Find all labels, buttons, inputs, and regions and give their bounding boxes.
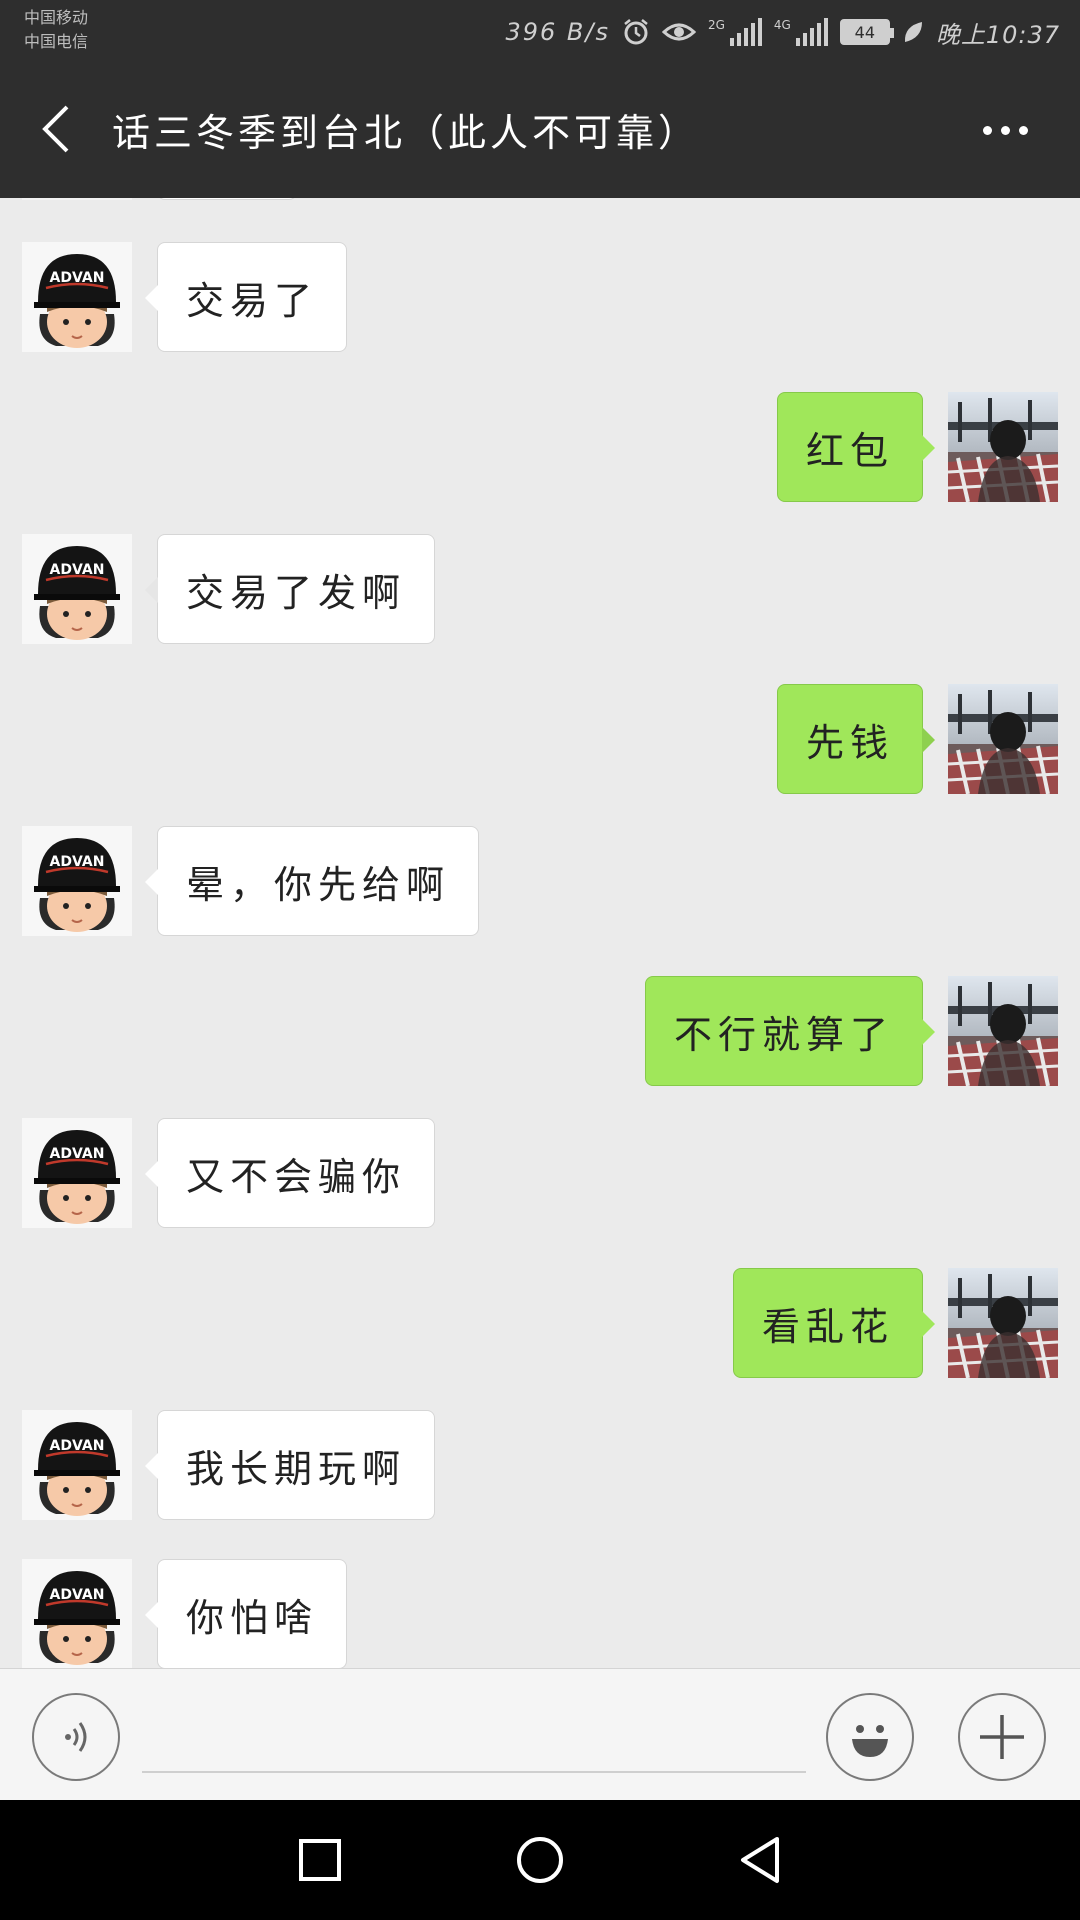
contact-avatar[interactable]: ADVAN: [22, 1559, 132, 1668]
message-bubble[interactable]: 先钱: [776, 684, 936, 794]
message-incoming: ADVAN 交易了: [0, 242, 1080, 352]
contact-avatar[interactable]: ADVAN: [22, 826, 132, 936]
message-bubble[interactable]: 你怕啥: [144, 1559, 348, 1668]
alarm-icon: [622, 18, 650, 46]
cartoon-face-icon: ADVAN: [22, 242, 132, 352]
emoji-icon: [852, 1725, 888, 1757]
my-avatar[interactable]: [948, 976, 1058, 1086]
status-bar: 中国移动 中国电信 396 B/s 2G 4G 44 晚上10:37: [0, 0, 1080, 64]
leaf-icon: [902, 20, 924, 44]
clock: 晚上10:37: [935, 20, 1060, 49]
message-incoming: ADVAN 晕，你先给啊: [0, 826, 1080, 936]
recent-apps-button[interactable]: [288, 1828, 352, 1892]
message-bubble[interactable]: 红包: [776, 392, 936, 502]
photo-avatar-icon: [948, 392, 1058, 502]
chat-title: 话三冬季到台北（此人不可靠）: [112, 111, 701, 155]
message-outgoing: 红包: [0, 392, 1080, 502]
photo-avatar-icon: [948, 1268, 1058, 1378]
plus-button[interactable]: [958, 1693, 1046, 1781]
voice-icon: [65, 1722, 87, 1752]
emoji-button[interactable]: [826, 1693, 914, 1781]
more-dots-icon[interactable]: [970, 100, 1040, 160]
message-bubble[interactable]: 交易了: [144, 242, 348, 352]
message-bubble[interactable]: 我长期玩啊: [144, 1410, 436, 1520]
cartoon-face-icon: ADVAN: [22, 1410, 132, 1520]
battery-icon: 44: [839, 19, 894, 45]
message-incoming: ADVAN 你怕啥: [0, 1559, 1080, 1668]
message-outgoing: 先钱: [0, 684, 1080, 794]
message-bubble[interactable]: 交易了发啊: [144, 534, 436, 644]
partial-message: [0, 198, 1080, 204]
message-bubble[interactable]: 晕，你先给啊: [144, 826, 480, 936]
cartoon-face-icon: ADVAN: [22, 826, 132, 936]
cartoon-face-icon: ADVAN: [22, 1559, 132, 1668]
contact-avatar[interactable]: ADVAN: [22, 1410, 132, 1520]
contact-avatar[interactable]: ADVAN: [22, 242, 132, 352]
photo-avatar-icon: [948, 684, 1058, 794]
message-input[interactable]: [142, 1709, 806, 1773]
message-incoming: ADVAN 交易了发啊: [0, 534, 1080, 644]
message-bubble[interactable]: 又不会骗你: [144, 1118, 436, 1228]
net-speed: 396 B/s: [505, 18, 610, 46]
signal-icon: 2G: [708, 18, 762, 46]
cartoon-face-icon: ADVAN: [22, 1118, 132, 1228]
status-icons: 396 B/s 2G 4G 44 晚上10:37: [505, 12, 1060, 52]
message-incoming: ADVAN 又不会骗你: [0, 1118, 1080, 1228]
contact-avatar[interactable]: ADVAN: [22, 534, 132, 644]
title-bar: 话三冬季到台北（此人不可靠）: [0, 64, 1080, 198]
carrier-info: 中国移动 中国电信: [24, 6, 88, 54]
my-avatar[interactable]: [948, 684, 1058, 794]
home-icon: [517, 1837, 563, 1883]
signal-icon-2: 4G: [774, 18, 828, 46]
input-bar: [0, 1668, 1080, 1800]
home-button[interactable]: [508, 1828, 572, 1892]
battery-level: 44: [854, 22, 875, 42]
contact-avatar[interactable]: ADVAN: [22, 1118, 132, 1228]
message-incoming: ADVAN 我长期玩啊: [0, 1410, 1080, 1520]
back-arrow-icon: [42, 105, 69, 153]
back-button[interactable]: [20, 94, 90, 164]
voice-button[interactable]: [32, 1693, 120, 1781]
carrier-1: 中国移动: [24, 8, 89, 27]
message-outgoing: 看乱花: [0, 1268, 1080, 1378]
nav-back-button[interactable]: [728, 1828, 792, 1892]
navigation-bar: [0, 1800, 1080, 1920]
back-icon: [741, 1837, 779, 1883]
eye-icon: [661, 20, 696, 44]
recent-apps-icon: [299, 1839, 341, 1881]
cartoon-face-icon: ADVAN: [22, 534, 132, 644]
photo-avatar-icon: [948, 976, 1058, 1086]
carrier-2: 中国电信: [24, 32, 89, 51]
plus-icon: [980, 1715, 1024, 1759]
message-outgoing: 不行就算了: [0, 976, 1080, 1086]
my-avatar[interactable]: [948, 392, 1058, 502]
message-bubble[interactable]: 看乱花: [732, 1268, 936, 1378]
message-bubble[interactable]: 不行就算了: [644, 976, 936, 1086]
message-list[interactable]: ADVAN 交易了 红包 ADVAN 交易了发啊 先钱 ADVAN 晕，你先给啊…: [0, 198, 1080, 1668]
my-avatar[interactable]: [948, 1268, 1058, 1378]
